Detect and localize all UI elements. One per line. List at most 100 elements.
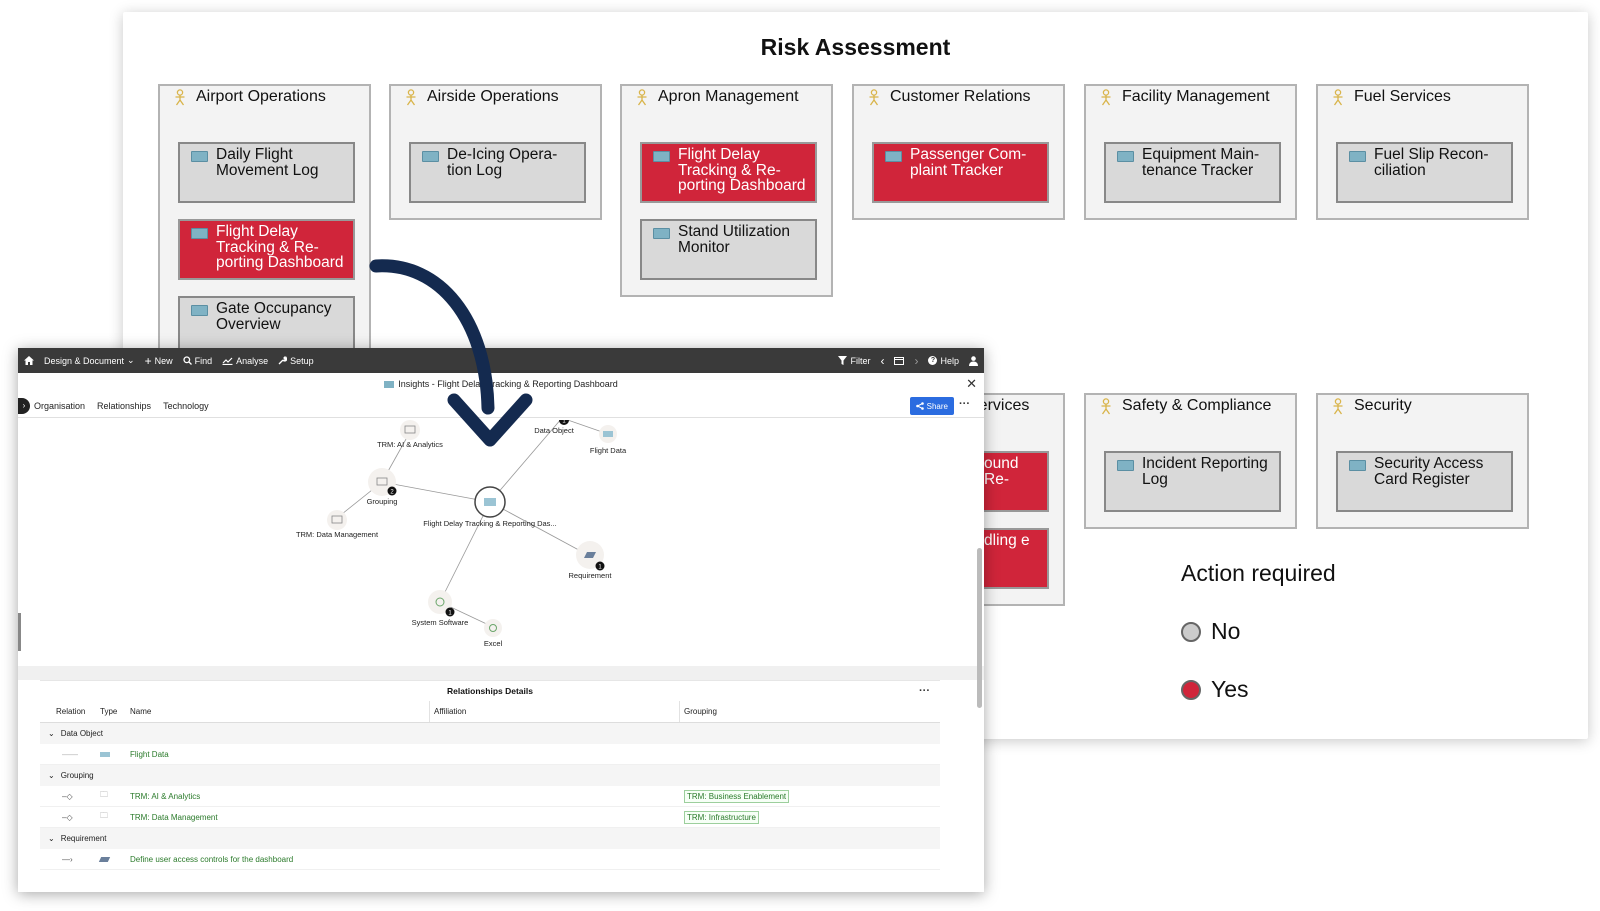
person-icon — [1333, 397, 1343, 414]
application-icon — [1349, 460, 1366, 471]
header-grouping[interactable]: Grouping — [680, 707, 717, 716]
app-label: Flight Delay Tracking & Re-porting Dashb… — [216, 223, 344, 271]
application-icon — [422, 151, 439, 162]
analyse-button[interactable]: Analyse — [222, 356, 268, 366]
person-icon — [175, 88, 185, 105]
row-name[interactable]: TRM: AI & Analytics — [130, 786, 430, 806]
table-row[interactable]: –◇ 🗀 TRM: Data Management TRM: Infrastru… — [40, 807, 940, 828]
folder-icon: 🗀 — [100, 790, 108, 799]
app-daily-flight-movement-log[interactable]: Daily Flight Movement Log — [178, 142, 355, 203]
header-type[interactable]: Type — [100, 707, 130, 716]
insights-panel: Design & Document ⌄ + New Find Analyse Set… — [18, 348, 984, 892]
node-excel[interactable] — [484, 619, 502, 637]
setup-button[interactable]: Setup — [278, 356, 314, 366]
find-button[interactable]: Find — [182, 356, 212, 366]
app-equipment-maintenance-tracker[interactable]: Equipment Main-tenance Tracker — [1104, 142, 1281, 203]
app-flight-delay-dashboard[interactable]: Flight Delay Tracking & Re-porting Dashb… — [640, 142, 817, 203]
help-button[interactable]: ? Help — [928, 356, 959, 366]
capability-airport-operations[interactable]: Airport Operations Daily Flight Movement… — [158, 84, 371, 357]
capability-apron-management[interactable]: Apron Management Flight Delay Tracking &… — [620, 84, 833, 297]
app-stand-utilization-monitor[interactable]: Stand Utilization Monitor — [640, 219, 817, 280]
person-icon — [869, 88, 879, 105]
row-grouping[interactable]: TRM: Infrastructure — [680, 810, 759, 824]
node-trm-ai[interactable] — [400, 420, 420, 440]
capability-facility-management[interactable]: Facility Management Equipment Main-tenan… — [1084, 84, 1297, 220]
group-row-grouping[interactable]: ⌄ Grouping — [40, 765, 940, 786]
app-fuel-slip-reconciliation[interactable]: Fuel Slip Recon-ciliation — [1336, 142, 1513, 203]
chart-icon — [222, 357, 233, 365]
app-security-access-card-register[interactable]: Security Access Card Register — [1336, 451, 1513, 512]
row-name[interactable]: Define user access controls for the dash… — [130, 849, 293, 869]
node-label-requirement: Requirement — [569, 571, 613, 580]
capability-label: Apron Management — [658, 88, 799, 105]
capability-label: Security — [1354, 397, 1412, 414]
node-label-excel: Excel — [484, 639, 503, 648]
app-label: De-Icing Opera-tion Log — [447, 146, 558, 179]
graph-canvas: TRM: AI & Analytics 2 Grouping TRM: Data… — [296, 415, 627, 648]
risk-assessment-title: Risk Assessment — [760, 34, 951, 60]
row-name[interactable]: Flight Data — [130, 744, 430, 764]
chevron-down-icon: ⌄ — [48, 834, 55, 843]
row-affiliation — [430, 744, 680, 764]
tab-relationships[interactable]: Relationships — [97, 401, 151, 411]
application-icon — [885, 151, 902, 162]
table-row[interactable]: —— Flight Data — [40, 744, 940, 765]
table-row[interactable]: —› Define user access controls for the d… — [40, 849, 940, 870]
filter-icon — [838, 356, 848, 365]
grouping-tag[interactable]: TRM: Infrastructure — [684, 810, 759, 824]
capability-customer-relations[interactable]: Customer Relations Passenger Com-plaint … — [852, 84, 1065, 220]
row-name[interactable]: TRM: Data Management — [130, 807, 430, 827]
capability-safety-compliance[interactable]: Safety & Compliance Incident Reporting L… — [1084, 393, 1297, 529]
legend-swatch-no — [1181, 621, 1201, 642]
app-label: Security Access Card Register — [1374, 455, 1484, 488]
application-icon — [191, 228, 208, 239]
node-trm-dm[interactable] — [327, 510, 347, 530]
app-de-icing-operation-log[interactable]: De-Icing Opera-tion Log — [409, 142, 586, 203]
back-button[interactable]: ‹ — [880, 354, 884, 368]
group-row-requirement[interactable]: ⌄ Requirement — [40, 828, 940, 849]
grouping-tag[interactable]: TRM: Business Enablement — [684, 789, 790, 803]
header-relation[interactable]: Relation — [40, 707, 100, 716]
app-label: Passenger Com-plaint Tracker — [910, 146, 1027, 179]
vertical-scrollbar[interactable] — [977, 548, 982, 708]
new-button[interactable]: + New — [145, 354, 173, 368]
capability-airside-operations[interactable]: Airside Operations De-Icing Opera-tion L… — [389, 84, 602, 220]
sidebar-toggle-icon[interactable]: › — [18, 397, 30, 414]
group-row-data-object[interactable]: ⌄ Data Object — [40, 723, 940, 744]
forward-button[interactable]: › — [914, 354, 918, 368]
design-document-menu[interactable]: Design & Document ⌄ — [44, 355, 135, 366]
app-label: Incident Reporting Log — [1142, 455, 1268, 488]
application-icon — [1349, 151, 1366, 162]
section-separator — [18, 666, 984, 680]
tab-technology[interactable]: Technology — [163, 401, 209, 411]
close-icon[interactable]: ✕ — [966, 374, 977, 394]
header-name[interactable]: Name — [130, 701, 430, 722]
legend-item-no: No — [1181, 618, 1240, 645]
user-button[interactable] — [969, 355, 978, 366]
details-title-label: Relationships Details — [447, 686, 533, 696]
filter-button[interactable]: Filter — [838, 356, 870, 366]
capability-security[interactable]: Security Security Access Card Register — [1316, 393, 1529, 529]
more-options-icon[interactable]: ··· — [919, 681, 930, 701]
home-button[interactable] — [24, 356, 34, 365]
header-affiliation[interactable]: Affiliation — [430, 701, 680, 722]
tab-organisation[interactable]: Organisation — [34, 401, 85, 411]
row-grouping[interactable]: TRM: Business Enablement — [680, 789, 790, 803]
share-button[interactable]: Share — [909, 397, 954, 415]
table-header: Relation Type Name Affiliation Grouping — [40, 701, 940, 723]
chevron-down-icon: ⌄ — [48, 771, 55, 780]
relationships-details: Relationships Details ··· Relation Type N… — [40, 680, 940, 892]
edge-requirement — [489, 501, 589, 556]
more-options-icon[interactable]: ··· — [959, 398, 970, 410]
relation-arrow-icon: —› — [62, 854, 73, 864]
legend-swatch-yes — [1181, 679, 1201, 700]
application-icon — [1117, 460, 1134, 471]
app-flight-delay-dashboard[interactable]: Flight Delay Tracking & Re-porting Dashb… — [178, 219, 355, 280]
details-title: Relationships Details ··· — [40, 681, 940, 701]
table-row[interactable]: –◇ 🗀 TRM: AI & Analytics TRM: Business E… — [40, 786, 940, 807]
app-incident-reporting-log[interactable]: Incident Reporting Log — [1104, 451, 1281, 512]
data-object-icon — [603, 431, 613, 437]
window-button[interactable] — [894, 356, 905, 365]
capability-fuel-services[interactable]: Fuel Services Fuel Slip Recon-ciliation — [1316, 84, 1529, 220]
app-passenger-complaint-tracker[interactable]: Passenger Com-plaint Tracker — [872, 142, 1049, 203]
